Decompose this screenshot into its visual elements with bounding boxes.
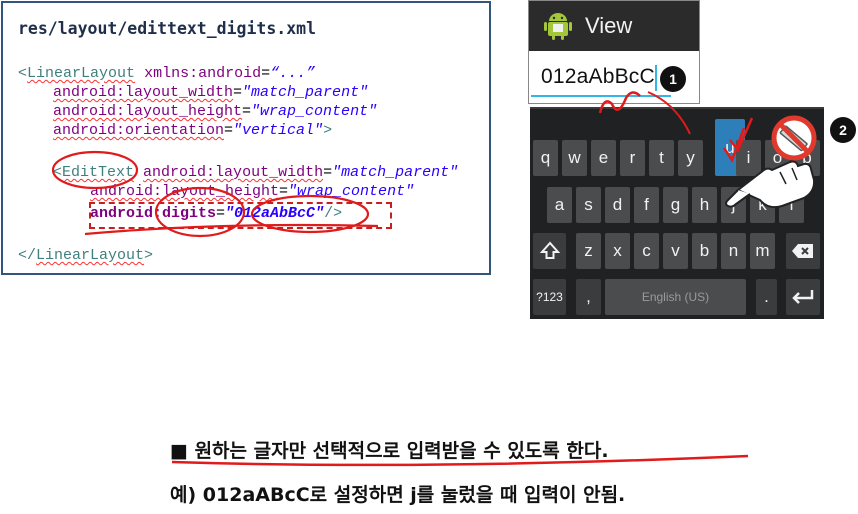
edittext-field[interactable]: 012aAbBcC: [531, 61, 671, 99]
code-value: "match_parent": [332, 164, 459, 181]
code-line-6: android:layout_height="wrap_content": [90, 183, 415, 200]
code-tag-linearlayout-close: LinearLayout: [36, 247, 145, 264]
code-attr: android:layout_width: [143, 164, 324, 181]
step-badge-2: 2: [830, 117, 856, 143]
code-attr: android:layout_height: [90, 183, 280, 200]
key-h[interactable]: h: [692, 187, 717, 223]
enter-icon: [792, 290, 814, 304]
code-attr: android:layout_height: [53, 103, 243, 120]
enter-key[interactable]: [786, 279, 820, 315]
code-value: "wrap_content": [288, 183, 415, 200]
text-cursor: [655, 65, 657, 91]
code-attr: android:layout_width: [53, 84, 234, 101]
step-badge-1: 1: [660, 66, 686, 92]
period-key[interactable]: .: [756, 279, 777, 315]
code-value: "vertical": [233, 122, 324, 139]
key-n[interactable]: n: [721, 233, 746, 269]
key-w[interactable]: w: [562, 140, 587, 176]
key-q[interactable]: q: [533, 140, 558, 176]
backspace-icon: [792, 244, 813, 258]
key-g[interactable]: g: [663, 187, 688, 223]
key-z[interactable]: z: [576, 233, 601, 269]
code-attr: xmlns:android: [144, 65, 262, 82]
code-line-5: <EditText android:layout_width="match_pa…: [53, 164, 459, 181]
key-s[interactable]: s: [576, 187, 601, 223]
key-r[interactable]: r: [620, 140, 645, 176]
code-line-4: android:orientation="vertical">: [53, 122, 333, 139]
code-file-title: res/layout/edittext_digits.xml: [18, 19, 317, 38]
code-panel: res/layout/edittext_digits.xml <LinearLa…: [1, 1, 491, 275]
code-value: “...”: [270, 65, 316, 82]
app-title: View: [585, 13, 633, 38]
key-m[interactable]: m: [750, 233, 775, 269]
code-bracket: <: [18, 65, 28, 82]
code-line-8: </LinearLayout>: [18, 247, 154, 264]
edittext-underline: [531, 95, 671, 97]
key-t[interactable]: t: [649, 140, 674, 176]
key-y[interactable]: y: [678, 140, 703, 176]
code-line-2: android:layout_width="match_parent": [53, 84, 369, 101]
key-x[interactable]: x: [605, 233, 630, 269]
code-tag-edittext: EditText: [62, 164, 135, 181]
code-value: "match_parent": [242, 84, 369, 101]
pointing-hand-icon: [725, 160, 816, 209]
action-bar: View: [529, 1, 699, 51]
code-line-1: <LinearLayout xmlns:android=“...”: [18, 65, 316, 82]
code-attr: android:orientation: [53, 122, 225, 139]
space-key[interactable]: English (US): [605, 279, 746, 315]
key-d[interactable]: d: [605, 187, 630, 223]
digits-highlight-box: [89, 202, 392, 229]
key-c[interactable]: c: [634, 233, 659, 269]
symbols-key[interactable]: ?123: [533, 279, 566, 315]
key-e[interactable]: e: [591, 140, 616, 176]
key-b[interactable]: b: [692, 233, 717, 269]
comma-key[interactable]: ,: [576, 279, 601, 315]
note-line-2: 예) 012aABcC로 설정하면 j를 눌렀을 때 입력이 안됨.: [170, 484, 626, 506]
backspace-key[interactable]: [786, 233, 820, 269]
key-f[interactable]: f: [634, 187, 659, 223]
key-a[interactable]: a: [547, 187, 572, 223]
key-v[interactable]: v: [663, 233, 688, 269]
note-line-1: ■ 원하는 글자만 선택적으로 입력받을 수 있도록 한다.: [170, 440, 609, 462]
code-value: "wrap_content": [251, 103, 378, 120]
shift-arrow-icon: [539, 241, 560, 259]
android-robot-icon: [544, 13, 572, 40]
code-tag-linearlayout: LinearLayout: [27, 65, 136, 82]
code-line-3: android:layout_height="wrap_content": [53, 103, 378, 120]
shift-key[interactable]: [533, 233, 566, 269]
edittext-value: 012aAbBcC: [541, 65, 655, 88]
